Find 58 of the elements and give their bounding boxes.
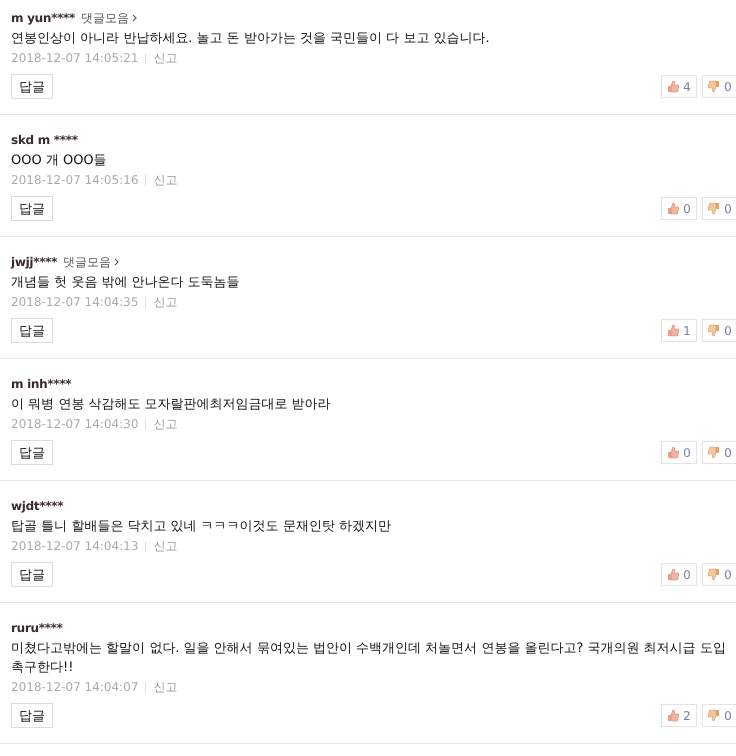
username: wjdt**** xyxy=(11,499,64,513)
comment-date: 2018-12-07 14:04:30 xyxy=(11,417,138,431)
chevron-right-icon xyxy=(114,258,120,266)
comment-date: 2018-12-07 14:04:35 xyxy=(11,295,138,309)
thumbs-up-icon xyxy=(667,446,680,459)
reply-button[interactable]: 답글 xyxy=(11,440,53,465)
thumbs-down-icon xyxy=(708,446,720,459)
comment-collection-link[interactable]: 댓글모음 xyxy=(63,254,120,270)
report-link[interactable]: 신고 xyxy=(153,172,178,188)
report-link[interactable]: 신고 xyxy=(153,50,178,66)
comment-date: 2018-12-07 14:04:13 xyxy=(11,539,138,553)
username: jwjj**** xyxy=(11,255,58,269)
thumbs-up-icon xyxy=(667,568,680,581)
thumbs-down-icon xyxy=(708,80,720,93)
chevron-right-icon xyxy=(132,14,137,22)
report-link[interactable]: 신고 xyxy=(153,538,178,554)
thumbs-up-icon xyxy=(667,80,680,93)
comment-date: 2018-12-07 14:05:16 xyxy=(11,173,138,187)
thumbs-down-icon xyxy=(708,202,720,215)
comment-text: 미쳤다고밖에는 할말이 없다. 일을 안해서 묶여있는 법안이 수백개인데 처놀면서 연봉을 올린다고? 국개의원 최저시급 도입 촉구한다!! xyxy=(11,640,727,677)
like-button[interactable]: 2 xyxy=(661,704,697,727)
like-button[interactable]: 0 xyxy=(661,197,697,220)
dislike-button[interactable]: 0 xyxy=(702,75,736,98)
username: m yun**** xyxy=(11,11,75,25)
thumbs-down-icon xyxy=(708,324,720,337)
thumbs-up-icon xyxy=(667,324,680,337)
username: skd m **** xyxy=(11,133,78,147)
dislike-button[interactable]: 0 xyxy=(702,563,736,586)
reply-button[interactable]: 답글 xyxy=(11,318,53,343)
report-link[interactable]: 신고 xyxy=(153,294,178,310)
like-button[interactable]: 4 xyxy=(661,75,697,98)
comment-text: 개념들 헛 웃음 밖에 안나온다 도둑놈들 xyxy=(11,274,241,292)
comment-text: OOO 개 OOO들 xyxy=(11,152,108,170)
comment-text: 탑골 틀니 할배들은 닥치고 있네 ㅋㅋㅋ이것도 문재인탓 하겠지만 xyxy=(11,518,392,536)
report-link[interactable]: 신고 xyxy=(153,678,178,696)
reply-button[interactable]: 답글 xyxy=(11,74,53,99)
like-button[interactable]: 0 xyxy=(661,563,697,586)
like-button[interactable]: 0 xyxy=(661,441,697,464)
comment-text: 이 뭐병 연봉 삭감해도 모자랄판에최저임금대로 받아라 xyxy=(11,396,332,414)
username: m inh**** xyxy=(11,377,72,391)
thumbs-up-icon xyxy=(667,709,680,722)
comment-date: 2018-12-07 14:04:07 xyxy=(11,680,138,694)
thumbs-up-icon xyxy=(667,202,680,215)
thumbs-down-icon xyxy=(708,568,720,581)
report-link[interactable]: 신고 xyxy=(153,416,178,432)
dislike-button[interactable]: 0 xyxy=(702,441,736,464)
comment-date: 2018-12-07 14:05:21 xyxy=(11,51,138,65)
dislike-button[interactable]: 0 xyxy=(702,319,736,342)
dislike-button[interactable]: 0 xyxy=(702,197,736,220)
comment-text: 연봉인상이 아니라 반납하세요. 놀고 돈 받아가는 것을 국민들이 다 보고 있습니다. xyxy=(11,30,491,48)
dislike-button[interactable]: 0 xyxy=(702,704,736,727)
like-button[interactable]: 1 xyxy=(661,319,697,342)
reply-button[interactable]: 답글 xyxy=(11,703,53,728)
reply-button[interactable]: 답글 xyxy=(11,562,53,587)
username: ruru**** xyxy=(11,621,63,635)
reply-button[interactable]: 답글 xyxy=(11,196,53,221)
thumbs-down-icon xyxy=(708,709,720,722)
comment-collection-link[interactable]: 댓글모음 xyxy=(81,10,137,26)
